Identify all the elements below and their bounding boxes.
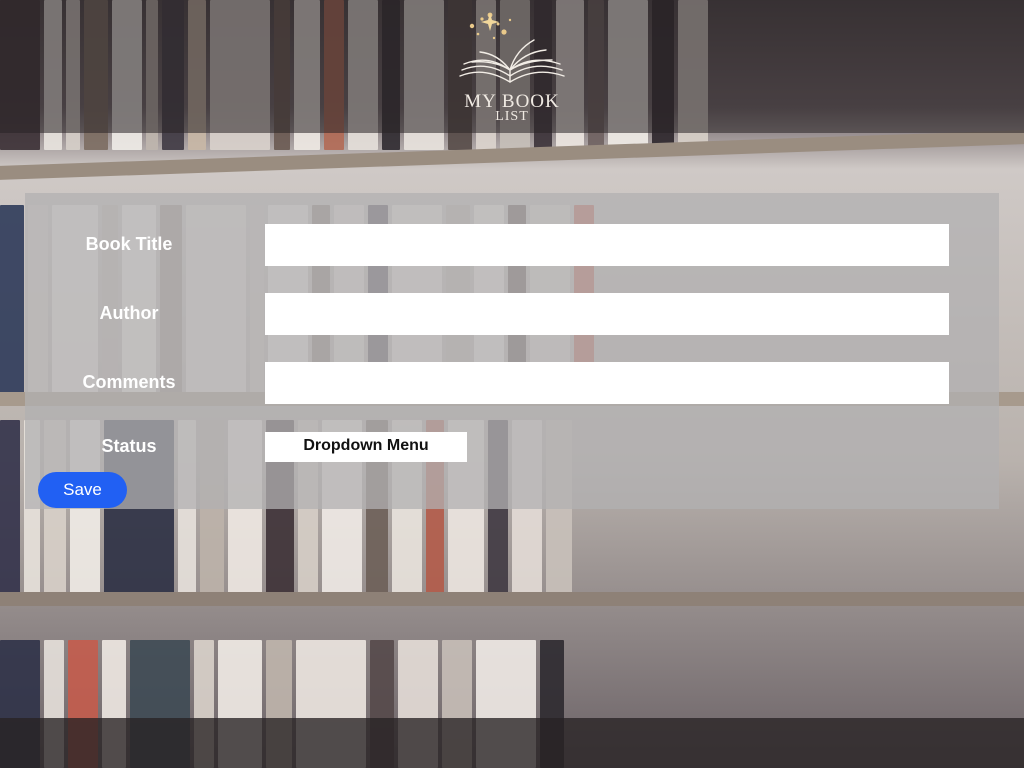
comments-label: Comments xyxy=(82,372,176,392)
author-label: Author xyxy=(99,303,159,323)
status-label: Status xyxy=(101,436,157,456)
author-input[interactable] xyxy=(265,293,949,335)
book-title-label: Book Title xyxy=(85,234,173,254)
open-book-with-sparkles-icon xyxy=(459,12,565,83)
footer-bar xyxy=(0,718,1024,768)
shelf xyxy=(0,592,1024,606)
logo-subtitle: LIST xyxy=(495,109,529,124)
app-logo: MY BOOK LIST xyxy=(454,10,570,128)
book-title-input[interactable] xyxy=(265,224,949,266)
save-button[interactable]: Save xyxy=(38,472,127,508)
status-dropdown[interactable]: Dropdown Menu xyxy=(265,432,467,462)
comments-input[interactable] xyxy=(265,362,949,404)
header-bar: MY BOOK LIST xyxy=(0,0,1024,133)
